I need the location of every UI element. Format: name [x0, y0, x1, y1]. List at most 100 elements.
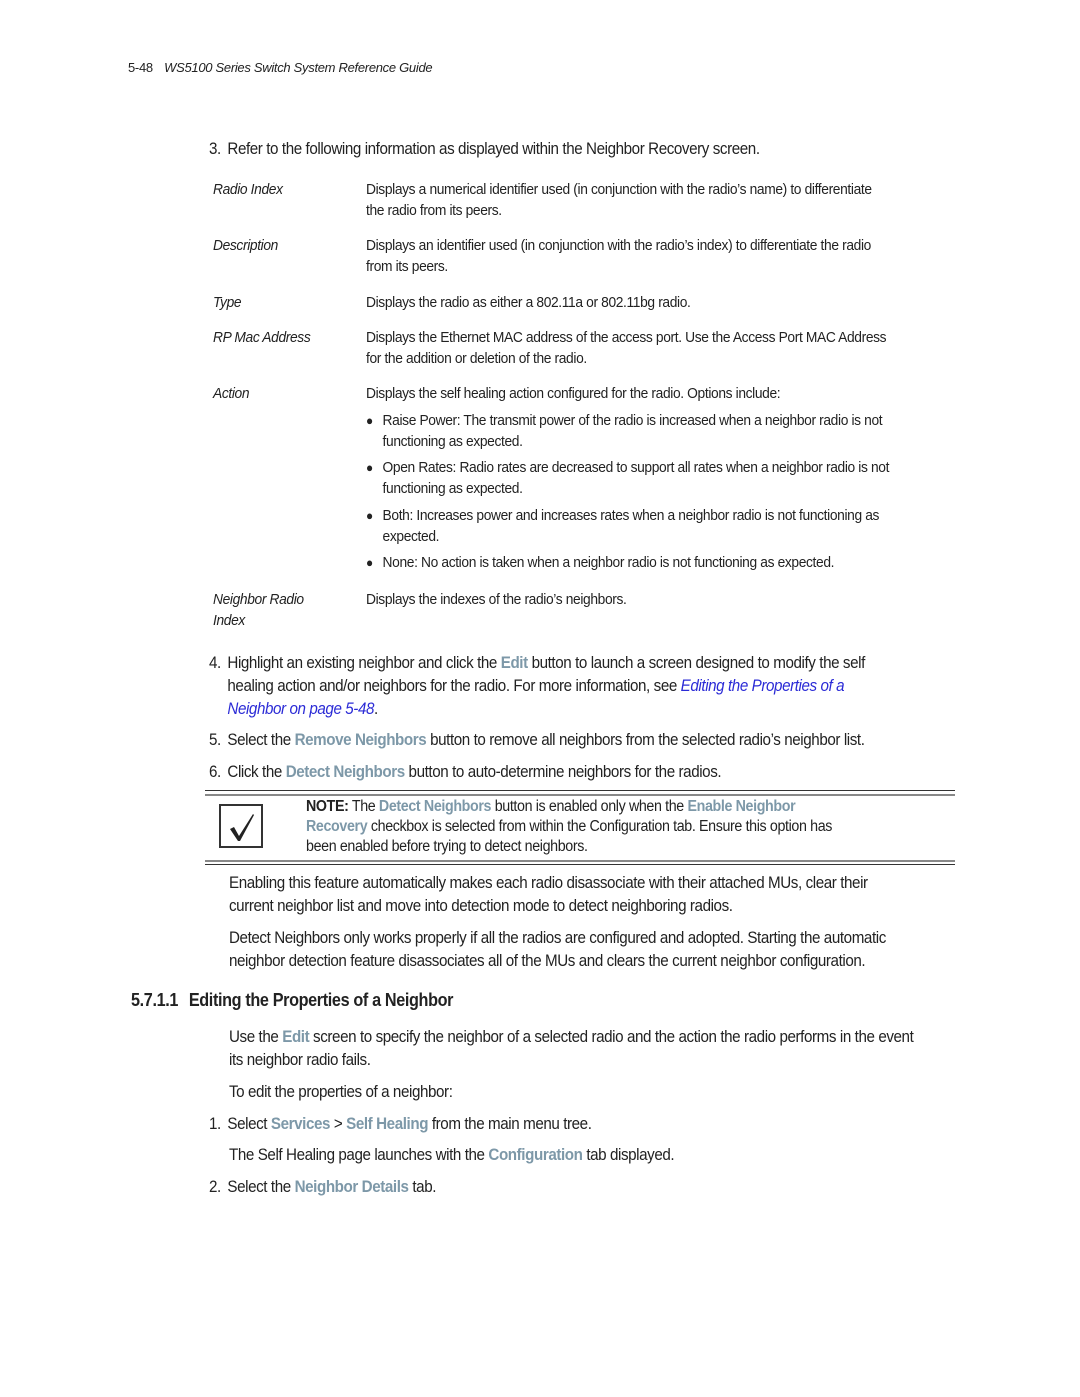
step-number: 2. — [209, 1178, 221, 1196]
section-number: 5.7.1.1 — [131, 990, 179, 1010]
ui-enable-neighbor-recovery-ref-cont: Recovery — [306, 818, 368, 835]
note-text: NOTE: The Detect Neighbors button is ena… — [306, 797, 832, 857]
document-page: 5-48 WS5100 Series Switch System Referen… — [0, 0, 1080, 1397]
paragraph-enabling-feature: Enabling this feature automatically make… — [229, 872, 868, 918]
cross-reference-link-cont[interactable]: Neighbor on page 5-48 — [227, 700, 374, 718]
running-header: 5-48 WS5100 Series Switch System Referen… — [128, 60, 433, 75]
bullet-icon: ● — [366, 555, 373, 570]
section-step-1-note: The Self Healing page launches with the … — [229, 1144, 675, 1167]
field-desc-action: Displays the self healing action configu… — [366, 383, 781, 404]
field-desc-neighbor-radio-index: Displays the indexes of the radio’s neig… — [366, 589, 627, 610]
paragraph-line: Detect Neighbors only works properly if … — [229, 929, 886, 947]
desc-line: Displays the radio as either a 802.11a o… — [366, 294, 691, 311]
step-number: 5. — [209, 731, 221, 749]
desc-line: from its peers. — [366, 258, 448, 275]
term-line: Index — [213, 612, 245, 629]
guide-title: WS5100 Series Switch System Reference Gu… — [164, 60, 433, 75]
ui-services-menu-ref: Services — [270, 1115, 331, 1133]
option-line: functioning as expected. — [382, 480, 523, 497]
section-step-1: 1. Select Services > Self Healing from th… — [209, 1113, 592, 1136]
field-term-type: Type — [213, 294, 242, 311]
bullet-icon: ● — [366, 508, 373, 523]
desc-line: Displays the indexes of the radio’s neig… — [366, 591, 627, 608]
desc-line: Displays an identifier used (in conjunct… — [366, 237, 871, 254]
field-desc-rp-mac-address: Displays the Ethernet MAC address of the… — [366, 327, 887, 369]
section-heading: 5.7.1.1 Editing the Properties of a Neigh… — [131, 990, 453, 1011]
step-number: 4. — [209, 654, 221, 672]
step-text: The Self Healing page launches with the — [229, 1146, 489, 1164]
option-line: expected. — [382, 528, 440, 545]
desc-line: the radio from its peers. — [366, 202, 502, 219]
ui-detect-neighbors-ref: Detect Neighbors — [285, 763, 405, 781]
ui-self-healing-menu-ref: Self Healing — [346, 1115, 429, 1133]
step-text: Select the — [227, 1178, 295, 1196]
step-text: Select the — [227, 731, 295, 749]
menu-separator: > — [330, 1115, 347, 1133]
field-term-radio-index: Radio Index — [213, 181, 283, 198]
option-line: Both: Increases power and increases rate… — [382, 507, 880, 524]
checkmark-icon — [219, 804, 263, 848]
step-text: button to launch a screen designed to mo… — [527, 654, 866, 672]
option-line: None: No action is taken when a neighbor… — [382, 554, 835, 571]
step-text: Refer to the following information as di… — [227, 140, 760, 158]
ui-neighbor-details-tab-ref: Neighbor Details — [294, 1178, 409, 1196]
step-text: Highlight an existing neighbor and click… — [227, 654, 501, 672]
note-rule-top — [205, 790, 955, 791]
step-number: 1. — [209, 1115, 221, 1133]
section-intro: Use the Edit screen to specify the neigh… — [229, 1026, 914, 1072]
bullet-icon: ● — [366, 413, 373, 428]
field-desc-type: Displays the radio as either a 802.11a o… — [366, 292, 691, 313]
section-lead: To edit the properties of a neighbor: — [229, 1083, 453, 1101]
step-number: 3. — [209, 140, 221, 158]
step-5: 5. Select the Remove Neighbors button to … — [209, 729, 865, 752]
note-text-part: checkbox is selected from within the Con… — [367, 818, 833, 835]
step-3: 3. Refer to the following information as … — [209, 138, 760, 161]
step-text: tab. — [408, 1178, 437, 1196]
field-desc-radio-index: Displays a numerical identifier used (in… — [366, 179, 872, 221]
step-text: Click the — [227, 763, 286, 781]
step-text: healing action and/or neighbors for the … — [227, 677, 681, 695]
intro-text: Use the — [229, 1028, 283, 1046]
page-number: 5-48 — [128, 60, 153, 75]
step-text: . — [374, 700, 378, 718]
desc-line: Displays the Ethernet MAC address of the… — [366, 329, 887, 346]
step-text: Select — [227, 1115, 271, 1133]
desc-line: Displays the self healing action configu… — [366, 385, 781, 402]
desc-line: Displays a numerical identifier used (in… — [366, 181, 872, 198]
paragraph-detect-neighbors: Detect Neighbors only works properly if … — [229, 927, 886, 973]
step-6: 6. Click the Detect Neighbors button to a… — [209, 761, 722, 784]
note-rule-bottom — [205, 864, 955, 865]
bullet-icon: ● — [366, 460, 373, 475]
step-text: from the main menu tree. — [428, 1115, 592, 1133]
ui-detect-neighbors-ref: Detect Neighbors — [378, 798, 492, 815]
ui-edit-screen-ref: Edit — [282, 1028, 310, 1046]
field-desc-description: Displays an identifier used (in conjunct… — [366, 235, 871, 277]
field-term-neighbor-radio-index: Neighbor Radio Index — [213, 589, 304, 631]
note-label: NOTE: — [306, 798, 349, 815]
note-text-part: The — [348, 798, 379, 815]
note-text-part: button is enabled only when the — [491, 798, 688, 815]
desc-line: for the addition or deletion of the radi… — [366, 350, 587, 367]
section-step-2: 2. Select the Neighbor Details tab. — [209, 1176, 436, 1199]
step-text: button to remove all neighbors from the … — [426, 731, 865, 749]
note-text-part: been enabled before trying to detect nei… — [306, 838, 588, 855]
paragraph-line: Enabling this feature automatically make… — [229, 874, 868, 892]
section-title: Editing the Properties of a Neighbor — [188, 990, 454, 1010]
note-rule-top-inner — [205, 794, 955, 796]
option-line: functioning as expected. — [382, 433, 523, 450]
note-rule-bottom-inner — [205, 860, 955, 862]
cross-reference-link[interactable]: Editing the Properties of a — [681, 677, 845, 695]
field-term-action: Action — [213, 385, 250, 402]
ui-edit-button-ref: Edit — [500, 654, 528, 672]
step-number: 6. — [209, 763, 221, 781]
step-text: tab displayed. — [582, 1146, 675, 1164]
ui-remove-neighbors-ref: Remove Neighbors — [294, 731, 427, 749]
intro-text: its neighbor radio fails. — [229, 1051, 371, 1069]
field-term-rp-mac-address: RP Mac Address — [213, 329, 311, 346]
paragraph-line: current neighbor list and move into dete… — [229, 897, 733, 915]
field-term-description: Description — [213, 237, 278, 254]
intro-text: screen to specify the neighbor of a sele… — [309, 1028, 914, 1046]
step-text: button to auto-determine neighbors for t… — [404, 763, 722, 781]
term-line: Neighbor Radio — [213, 591, 304, 608]
option-line: Raise Power: The transmit power of the r… — [382, 412, 883, 429]
